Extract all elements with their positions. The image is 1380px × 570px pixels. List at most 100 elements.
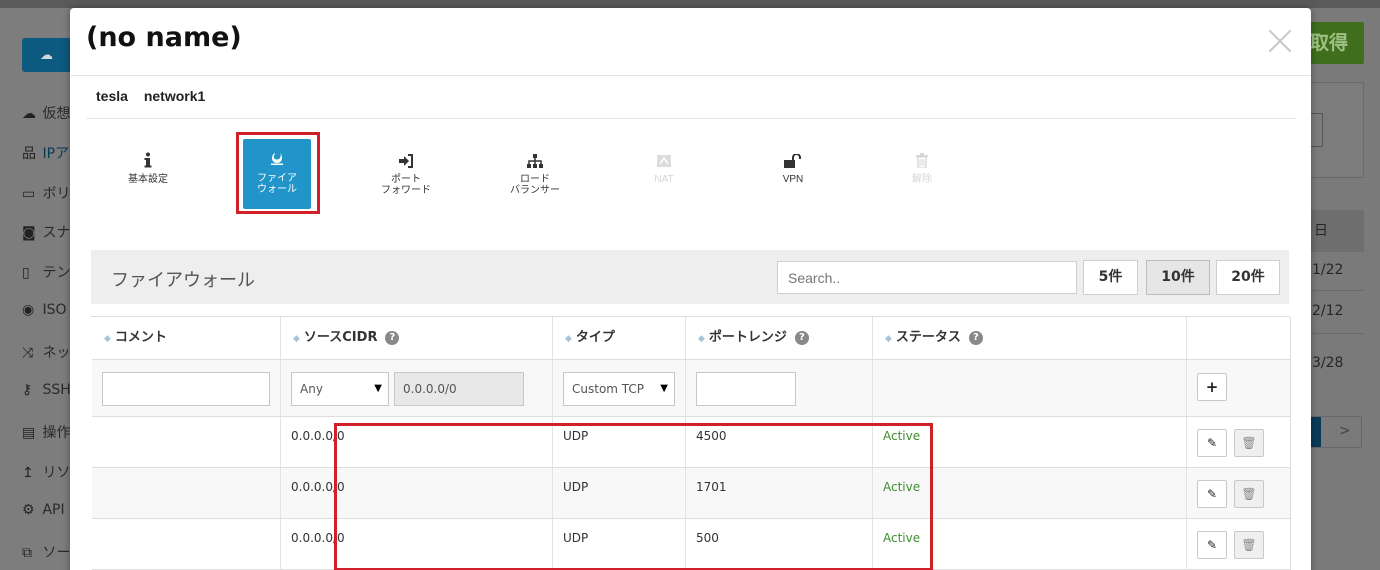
chevron-down-icon: ▼ [660,383,668,394]
column-label: ソースCIDR [303,330,378,345]
tab-label: NAT [654,174,674,185]
sitemap-icon [501,152,569,174]
background-nav-label: 操作 [42,425,71,441]
network-settings-modal: (no name) tesla network1 基本設定 ファイア ウォール … [70,8,1311,570]
tab-vpn[interactable]: VPN [759,148,827,212]
tab-load-balancer[interactable]: ロード バランサー [501,148,569,212]
sign-in-icon [372,152,440,174]
cidr-input: 0.0.0.0/0 [394,372,524,406]
background-nav-label: ソー [42,545,71,561]
column-header-type[interactable]: ◆ タイプ [553,317,686,359]
column-header-source-cidr[interactable]: ◆ ソースCIDR? [281,317,553,359]
column-label: ポートレンジ [708,330,787,345]
background-nav-label: SSH [42,382,71,398]
background-nav-item: ⧉ ソー [22,542,70,562]
tab-label: ロード バランサー [510,174,560,196]
trash-icon: 🗑 [1241,538,1257,552]
firewall-rules-table: ◆ コメント ◆ ソースCIDR? ◆ タイプ ◆ ポートレンジ? ◆ ステータス? An… [91,316,1291,570]
close-icon[interactable] [1267,28,1293,54]
background-nav-label: ネッ [42,345,71,361]
column-label: タイプ [575,330,615,345]
highlight-udp-rules [334,423,933,570]
background-date-cell: 2/12 [1312,303,1344,319]
highlight-firewall-tab [236,132,320,214]
unlock-icon [759,152,827,174]
type-select-value: Custom TCP [572,382,645,396]
background-nav-item: ◙ スナ [22,222,70,242]
trash-icon: 🗑 [1241,487,1257,501]
upload-icon: ↥ [22,465,34,481]
shuffle-icon: ⤨ [22,345,34,361]
tab-release: 解除 [888,148,956,212]
help-icon[interactable]: ? [385,331,400,345]
breadcrumb: tesla network1 [96,88,217,104]
page-size-10-button[interactable]: 10件 [1146,260,1210,295]
port-range-input[interactable] [696,372,796,406]
delete-rule-button[interactable]: 🗑 [1234,480,1264,508]
modal-header: (no name) [70,8,1311,76]
comment-input[interactable] [102,372,270,406]
trash-icon: 🗑 [1241,436,1257,450]
background-nav-item: ⤨ ネッ [22,342,70,362]
page-size-20-button[interactable]: 20件 [1216,260,1280,295]
sort-icon: ◆ [293,334,300,344]
background-nav-item: ▯ テン [22,262,70,282]
new-rule-row: Any ▼ 0.0.0.0/0 Custom TCP ▼ + [92,360,1291,417]
add-rule-button[interactable]: + [1197,373,1227,401]
pencil-icon: ✎ [1206,436,1218,450]
breadcrumb-item-network: network1 [143,88,206,104]
background-nav-item: ▤ 操作 [22,422,70,442]
search-input[interactable] [777,261,1077,294]
firewall-panel-header: ファイアウォール 5件 10件 20件 [91,250,1289,304]
background-table-header: 日 [1310,210,1364,252]
help-icon[interactable]: ? [794,331,809,345]
pencil-icon: ✎ [1206,487,1218,501]
delete-rule-button[interactable]: 🗑 [1234,531,1264,559]
camera-icon: ◙ [22,225,36,241]
info-icon [114,152,182,174]
background-nav-label: ISO [42,302,67,318]
file-icon: ▯ [22,265,30,281]
background-nav-item: ↥ リソ [22,462,70,482]
sort-icon: ◆ [885,334,892,344]
column-header-port-range[interactable]: ◆ ポートレンジ? [686,317,873,359]
background-date-cell: 3/28 [1312,355,1344,371]
pencil-icon: ✎ [1206,538,1218,552]
column-header-comment[interactable]: ◆ コメント [92,317,281,359]
background-nav-label: スナ [42,225,71,241]
background-nav-label: 仮想 [42,106,71,122]
background-sidebar [0,8,70,570]
tab-label: 基本設定 [128,174,168,185]
copy-icon: ⧉ [22,545,32,561]
tab-label: ポート フォワード [381,174,431,196]
file-text-icon: ▤ [22,425,36,441]
column-label: コメント [114,330,167,345]
edit-rule-button[interactable]: ✎ [1197,531,1227,559]
tab-port-forward[interactable]: ポート フォワード [372,148,440,212]
divider [86,118,1296,119]
background-nav-item: ▭ ボリ [22,183,70,203]
background-nav-item: ⚙ API [22,502,65,518]
help-icon[interactable]: ? [968,331,983,345]
background-pager: > [1310,416,1362,448]
chevron-down-icon: ▼ [374,383,382,394]
tab-basic-settings[interactable]: 基本設定 [114,148,182,212]
background-nav-label: リソ [42,465,71,481]
background-nav-item: ☁ 仮想 [22,103,70,123]
background-nav-item: ⚷ SSH [22,382,71,398]
cloud-icon: ☁ [40,48,53,63]
page-size-5-button[interactable]: 5件 [1083,260,1138,295]
cidr-select[interactable]: Any ▼ [291,372,389,406]
type-select[interactable]: Custom TCP ▼ [563,372,675,406]
column-label: ステータス [895,330,961,345]
column-header-status[interactable]: ◆ ステータス? [873,317,1187,359]
background-nav-label: テン [42,265,71,281]
background-nav-label: API [42,502,65,518]
edit-rule-button[interactable]: ✎ [1197,429,1227,457]
background-nav-label: ボリ [42,186,71,202]
cidr-select-value: Any [300,382,323,396]
delete-rule-button[interactable]: 🗑 [1234,429,1264,457]
edit-rule-button[interactable]: ✎ [1197,480,1227,508]
sort-icon: ◆ [698,334,705,344]
background-nav-label: IPア [42,146,70,162]
